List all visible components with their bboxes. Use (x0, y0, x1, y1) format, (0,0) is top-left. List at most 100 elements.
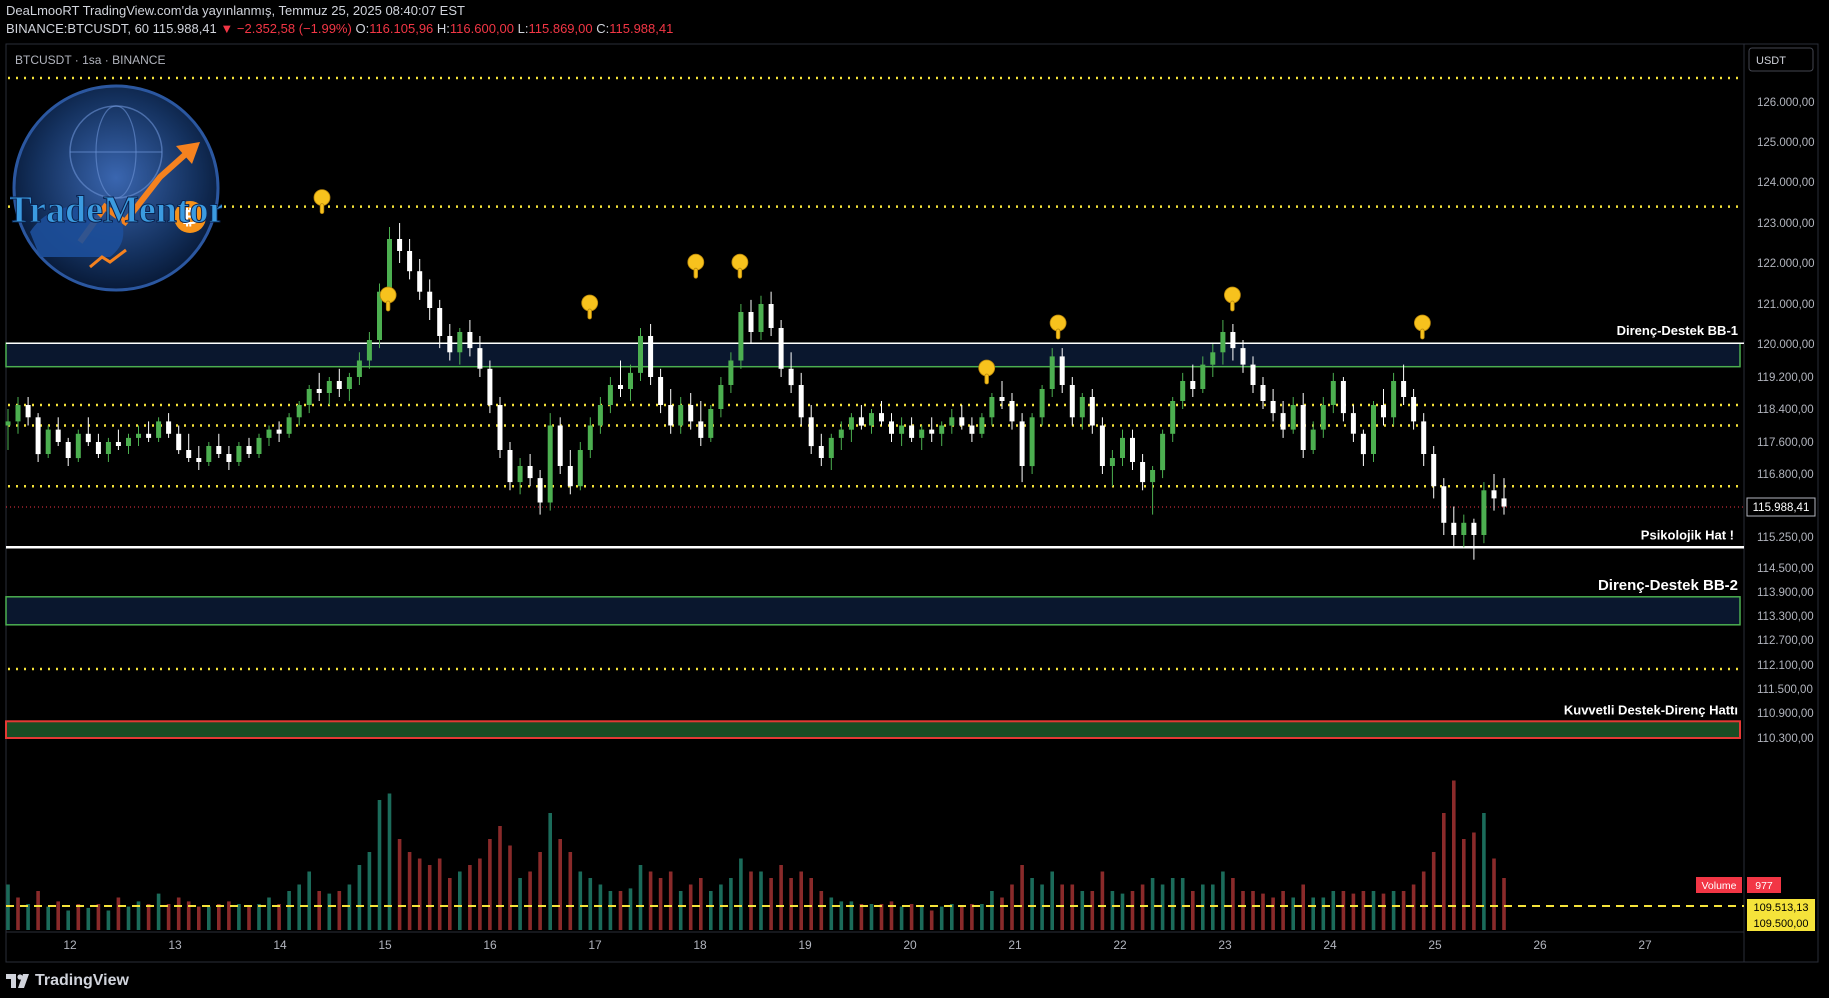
volume-bar (869, 904, 874, 930)
price-tick-label: 126.000,00 (1757, 97, 1815, 109)
currency-button[interactable]: USDT (1748, 47, 1814, 72)
candle-body (206, 446, 212, 462)
volume-bar (126, 906, 131, 930)
currency-button-label[interactable]: USDT (1756, 55, 1786, 67)
volume-bar (1391, 891, 1396, 930)
candle-body (427, 291, 433, 308)
price-tick-label: 120.000,00 (1757, 339, 1815, 351)
volume-bar (317, 891, 321, 930)
volume-bar (1281, 891, 1285, 930)
volume-badge-value: 977 (1755, 880, 1773, 892)
candle-body (899, 425, 905, 434)
volume-bar (1090, 891, 1095, 930)
price-change: −2.352,58 (−1.99%) (236, 21, 352, 36)
volume-bar (879, 904, 884, 930)
candle-body (226, 454, 232, 462)
volume-bar (6, 884, 10, 930)
volume-bar (1401, 891, 1406, 930)
volume-bar (1442, 813, 1446, 930)
candle-body (939, 425, 945, 434)
high-value: 116.600,00 (449, 21, 515, 36)
candle-body (1371, 405, 1376, 454)
zone-rect (5, 720, 1741, 739)
volume-bar (719, 884, 723, 930)
candle-body (678, 405, 684, 426)
candle-body (126, 437, 131, 446)
candle-body (246, 446, 252, 454)
time-tick-label: 21 (1008, 938, 1022, 952)
candle-body (457, 332, 463, 353)
volume-bar (498, 826, 502, 930)
candle-body (156, 421, 162, 438)
volume-bar (578, 871, 583, 930)
volume-bar (76, 904, 81, 930)
publish-info: DeaLmooRT TradingView.com'da yayınlanmış… (6, 3, 465, 18)
pointing-hand-icon (581, 294, 599, 320)
candle-body (1381, 405, 1386, 418)
time-axis: 12 13 14 15 16 17 18 19 20 21 22 23 24 25 26 27 (63, 938, 1652, 952)
candle-body (557, 425, 563, 466)
volume-bar (919, 906, 924, 930)
candle-body (1190, 381, 1196, 389)
candle-body (1330, 381, 1336, 405)
down-arrow-icon: ▼ (220, 21, 234, 36)
volume-bar (1050, 871, 1054, 930)
candle-body (537, 478, 543, 503)
volume-bar (688, 884, 693, 930)
candle-body (336, 381, 342, 389)
volume-bar (548, 813, 552, 930)
candle-body (597, 405, 603, 426)
price-chart[interactable]: BTCUSDT · 1sa · BINANCE USDT Direnç-Dest… (0, 43, 1829, 963)
volume-bar (1311, 897, 1315, 930)
candle-body (95, 442, 101, 454)
time-tick-label: 18 (693, 938, 707, 952)
zone-rect (5, 342, 1741, 368)
volume-bars (6, 780, 1744, 930)
candle-body (306, 389, 312, 405)
volume-bar (1371, 891, 1376, 930)
candle-body (75, 433, 81, 459)
candle-body (828, 437, 834, 458)
volume-bar (929, 910, 934, 930)
tradingview-brand[interactable]: TradingView (6, 972, 129, 990)
candle-body (115, 442, 121, 446)
volume-bar (347, 884, 352, 930)
candle-body (1210, 352, 1216, 365)
candle-body (1039, 389, 1045, 418)
volume-bar (648, 871, 653, 930)
volume-bar (1150, 878, 1155, 930)
volume-bar (427, 865, 432, 930)
volume-bar (448, 878, 452, 930)
candle-body (407, 251, 413, 272)
candle-body (889, 421, 894, 434)
volume-bar (468, 865, 472, 930)
volume-bar (1341, 891, 1346, 930)
high-label: H: (436, 21, 450, 36)
candle-body (1170, 401, 1176, 434)
volume-bar (1431, 852, 1436, 930)
volume-bar (166, 904, 171, 930)
candle-body (136, 433, 141, 438)
volume-bar (327, 893, 332, 930)
volume-bar (237, 904, 241, 930)
price-tick-label: 112.700,00 (1757, 635, 1814, 647)
candle-body (296, 405, 302, 418)
candle-body (1009, 401, 1015, 422)
candle-body (1089, 397, 1095, 426)
volume-bar (437, 858, 442, 930)
dotted-levels (6, 76, 1744, 671)
price-tick-label: 110.900,00 (1757, 708, 1814, 720)
price-axis: 126.000,00 125.000,00 124.000,00 123.000,00… (1757, 97, 1815, 745)
candle-body (1340, 381, 1346, 414)
candle-body (1431, 454, 1437, 487)
volume-bar (1201, 884, 1205, 930)
time-tick-label: 15 (378, 938, 392, 952)
volume-bar (1261, 893, 1265, 930)
open-value: 116.105,96 (369, 21, 434, 36)
logo-text: TradeMentor (10, 189, 222, 231)
volume-bar (1180, 878, 1185, 930)
volume-bar (458, 871, 462, 930)
volume-bar (146, 904, 151, 930)
pointing-hand-icon (1049, 314, 1067, 340)
tradingview-wordmark: TradingView (35, 972, 129, 989)
